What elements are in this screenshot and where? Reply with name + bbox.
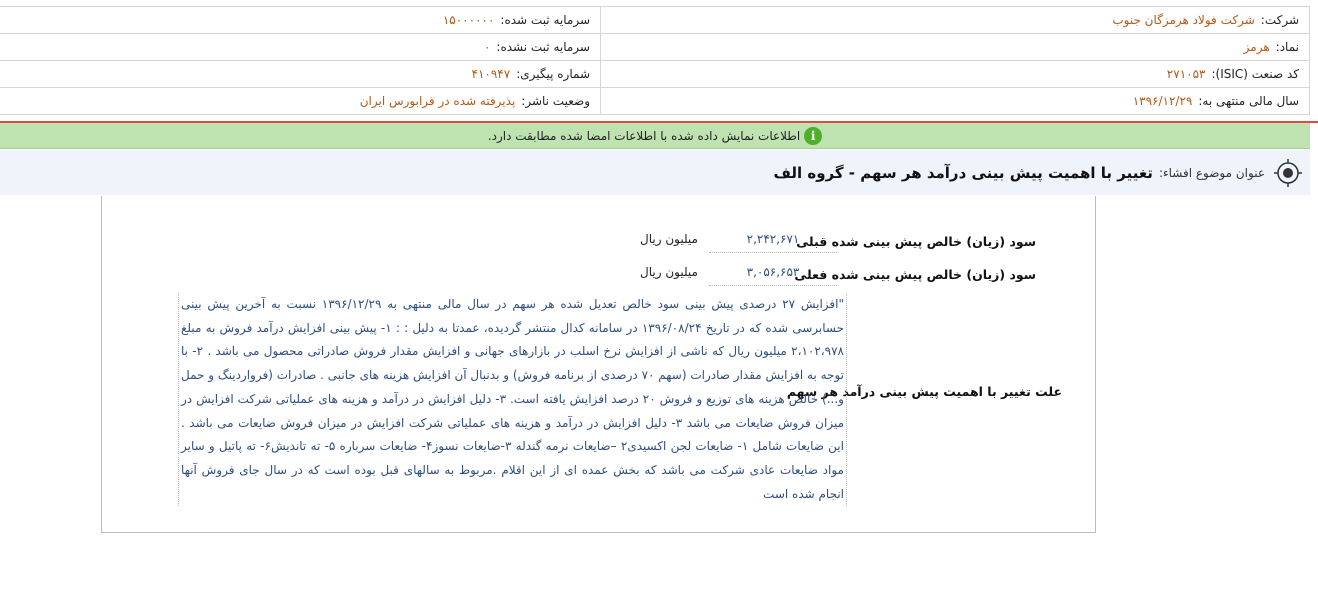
company-value[interactable]: شرکت فولاد هرمزگان جنوب: [1112, 13, 1254, 27]
prev-forecast-value: ۲,۲۴۲,۶۷۱: [709, 232, 837, 253]
symbol-value[interactable]: هرمز: [1244, 40, 1270, 54]
subject-bar: عنوان موضوع افشاء: تغییر با اهمیت پیش بی…: [0, 150, 1310, 195]
reg-capital-cell: سرمایه ثبت شده: ۱۵۰۰۰۰۰۰: [0, 7, 600, 33]
info-row: سرمایه ثبت نشده: ۰ نماد: هرمز: [0, 34, 1310, 61]
info-row: وضعیت ناشر: پذیرفته شده در فرابورس ایران…: [0, 88, 1310, 115]
prev-forecast-row: میلیون ریال: [640, 232, 698, 246]
isic-label: کد صنعت (ISIC):: [1211, 67, 1299, 81]
fiscal-value: ۱۳۹۶/۱۲/۲۹: [1132, 94, 1193, 108]
verification-notice: i اطلاعات نمایش داده شده با اطلاعات امضا…: [0, 123, 1310, 149]
reg-capital-value: ۱۵۰۰۰۰۰۰: [442, 13, 495, 27]
unreg-capital-cell: سرمایه ثبت نشده: ۰: [0, 34, 600, 60]
subject-label: عنوان موضوع افشاء:: [1158, 165, 1265, 180]
curr-forecast-row: میلیون ریال: [640, 265, 698, 279]
info-row: شماره پیگیری: ۴۱۰۹۴۷ کد صنعت (ISIC): ۲۷۱…: [0, 61, 1310, 88]
isic-cell: کد صنعت (ISIC): ۲۷۱۰۵۳: [600, 61, 1310, 87]
unreg-capital-value: ۰: [483, 40, 491, 54]
company-cell: شرکت: شرکت فولاد هرمزگان جنوب: [600, 7, 1310, 33]
unreg-capital-label: سرمایه ثبت نشده:: [496, 40, 590, 54]
info-icon: i: [804, 126, 823, 145]
fiscal-cell: سال مالی منتهی به: ۱۳۹۶/۱۲/۲۹: [600, 88, 1310, 114]
info-row: سرمایه ثبت شده: ۱۵۰۰۰۰۰۰ شرکت: شرکت فولا…: [0, 7, 1310, 34]
status-value: پذیرفته شده در فرابورس ایران: [359, 94, 516, 108]
isic-value: ۲۷۱۰۵۳: [1166, 67, 1206, 81]
status-cell: وضعیت ناشر: پذیرفته شده در فرابورس ایران: [0, 88, 600, 114]
symbol-label: نماد:: [1275, 40, 1299, 54]
target-icon: [1274, 158, 1302, 187]
company-info-table: سرمایه ثبت شده: ۱۵۰۰۰۰۰۰ شرکت: شرکت فولا…: [0, 6, 1310, 115]
company-label: شرکت:: [1260, 13, 1299, 27]
curr-forecast-value-row: ۳,۰۵۶,۶۵۳: [709, 265, 837, 286]
curr-forecast-unit: میلیون ریال: [640, 265, 698, 279]
status-label: وضعیت ناشر:: [521, 94, 590, 108]
curr-forecast-value: ۳,۰۵۶,۶۵۳: [709, 265, 837, 286]
reason-text: "افزایش ۲۷ درصدی پیش بینی سود خالص تعدیل…: [178, 293, 847, 507]
fiscal-label: سال مالی منتهی به:: [1198, 94, 1299, 108]
prev-forecast-unit: میلیون ریال: [640, 232, 698, 246]
reg-capital-label: سرمایه ثبت شده:: [500, 13, 590, 27]
tracking-label: شماره پیگیری:: [516, 67, 590, 81]
tracking-cell: شماره پیگیری: ۴۱۰۹۴۷: [0, 61, 600, 87]
subject-title: تغییر با اهمیت پیش بینی درآمد هر سهم - گ…: [773, 163, 1153, 182]
tracking-value: ۴۱۰۹۴۷: [471, 67, 511, 81]
notice-text: اطلاعات نمایش داده شده با اطلاعات امضا ش…: [487, 128, 801, 143]
symbol-cell: نماد: هرمز: [600, 34, 1310, 60]
prev-forecast-value-row: ۲,۲۴۲,۶۷۱: [709, 232, 837, 253]
